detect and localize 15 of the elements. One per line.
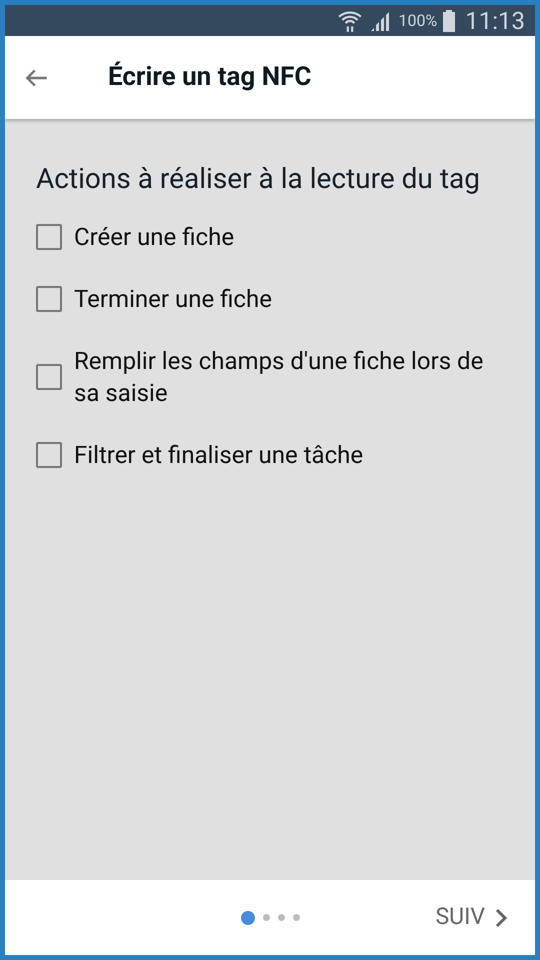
- checkbox[interactable]: [36, 286, 62, 312]
- option-label: Créer une fiche: [74, 222, 234, 253]
- clock: 11:13: [465, 6, 525, 36]
- section-title: Actions à réaliser à la lecture du tag: [36, 161, 481, 197]
- checkbox[interactable]: [36, 442, 62, 468]
- option-label: Filtrer et finaliser une tâche: [74, 440, 364, 471]
- option-label: Terminer une fiche: [74, 284, 272, 315]
- checkbox[interactable]: [36, 364, 62, 390]
- battery-percentage: 100%: [398, 10, 438, 32]
- battery-icon: [443, 10, 456, 32]
- screen-title: Écrire un tag NFC: [108, 60, 312, 94]
- chevron-right-icon: [495, 908, 507, 928]
- checkbox[interactable]: [36, 224, 62, 250]
- option-label: Remplir les champs d'une fiche lors de sa saisie: [74, 346, 484, 409]
- next-button[interactable]: SUIV: [436, 900, 507, 935]
